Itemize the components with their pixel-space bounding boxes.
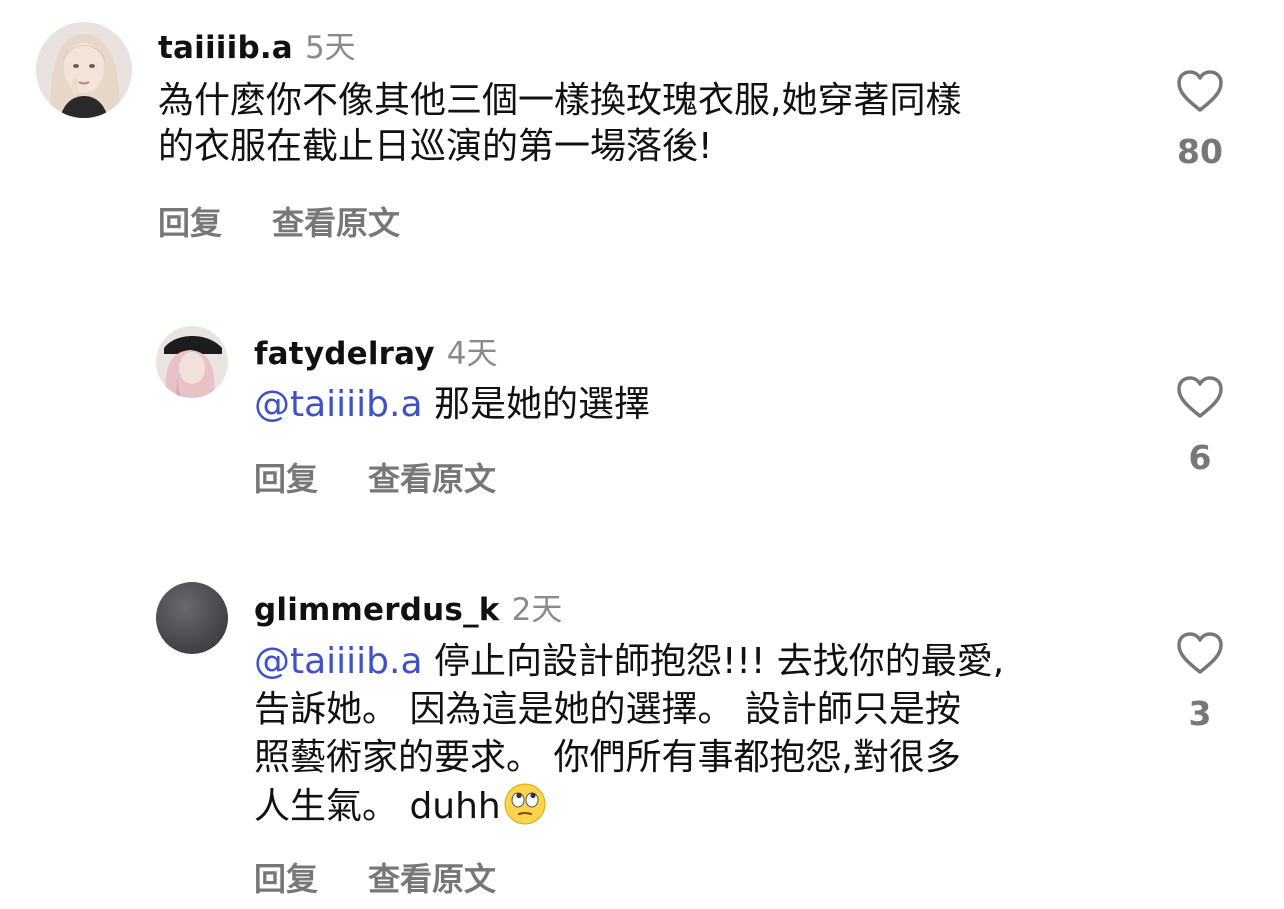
comment-line: 照藝術家的要求。 你們所有事都抱怨,對很多 xyxy=(254,737,961,778)
avatar[interactable] xyxy=(156,326,228,398)
like-count: 6 xyxy=(1188,438,1212,477)
see-original-button[interactable]: 查看原文 xyxy=(272,198,400,244)
username[interactable]: taiiiib.a xyxy=(158,30,293,66)
reply-button[interactable]: 回复 xyxy=(254,854,318,900)
timestamp: 4天 xyxy=(446,336,498,372)
timestamp: 2天 xyxy=(511,592,563,628)
heart-outline-icon[interactable] xyxy=(1176,632,1224,676)
reply-button[interactable]: 回复 xyxy=(158,198,222,244)
username[interactable]: fatydelray xyxy=(254,336,435,372)
comment-text: @taiiiib.a 那是她的選擇 xyxy=(254,382,650,428)
see-original-button[interactable]: 查看原文 xyxy=(368,854,496,900)
like-button[interactable]: 80 xyxy=(1160,70,1240,171)
avatar[interactable] xyxy=(36,22,132,118)
like-count: 80 xyxy=(1177,132,1223,171)
comment-line: 那是她的選擇 xyxy=(422,384,650,425)
like-button[interactable]: 3 xyxy=(1160,632,1240,733)
reply-button[interactable]: 回复 xyxy=(254,454,318,500)
comment-line: 告訴她。 因為這是她的選擇。 設計師只是按 xyxy=(254,689,961,730)
like-count: 3 xyxy=(1188,694,1212,733)
comment-text: @taiiiib.a 停止向設計師抱怨!!! 去找你的最愛, 告訴她。 因為這是… xyxy=(254,638,1004,831)
see-original-button[interactable]: 查看原文 xyxy=(368,454,496,500)
eye-roll-emoji xyxy=(503,782,547,826)
comment-line: 人生氣。 duhh xyxy=(254,786,501,827)
comment-line: 為什麼你不像其他三個一樣換玫瑰衣服,她穿著同樣 xyxy=(158,80,962,121)
comment-line: 停止向設計師抱怨!!! 去找你的最愛, xyxy=(422,641,1005,682)
mention-link[interactable]: @taiiiib.a xyxy=(254,641,423,682)
heart-outline-icon[interactable] xyxy=(1176,70,1224,114)
mention-link[interactable]: @taiiiib.a xyxy=(254,384,423,425)
timestamp: 5天 xyxy=(304,30,356,66)
like-button[interactable]: 6 xyxy=(1160,376,1240,477)
username[interactable]: glimmerdus_k xyxy=(254,592,500,628)
heart-outline-icon[interactable] xyxy=(1176,376,1224,420)
comment-line: 的衣服在截止日巡演的第一場落後! xyxy=(158,126,713,167)
avatar[interactable] xyxy=(156,582,228,654)
comment-text: 為什麼你不像其他三個一樣換玫瑰衣服,她穿著同樣 的衣服在截止日巡演的第一場落後! xyxy=(158,78,961,170)
